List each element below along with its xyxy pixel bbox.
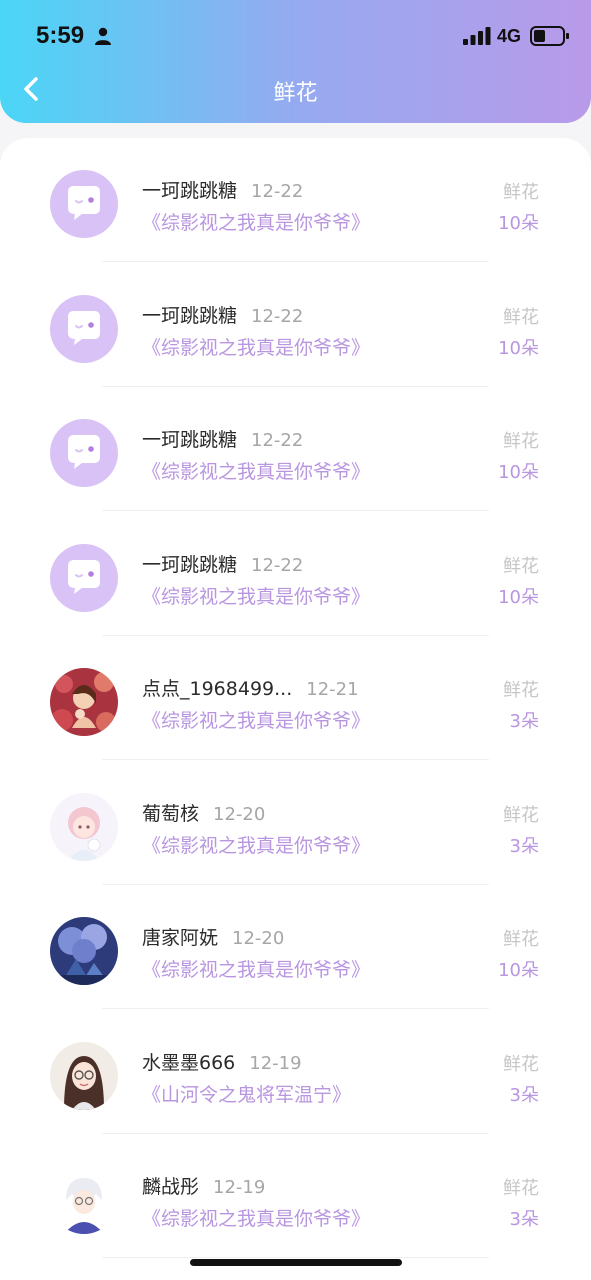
user-name-text: 水墨墨666 — [142, 1051, 236, 1074]
user-name: 点点_1968499... 12-21 — [142, 674, 359, 701]
book-title-link[interactable]: 《综影视之我真是你爷爷》 — [142, 955, 370, 982]
status-bar: 5:59 4G — [0, 0, 591, 70]
nav-bar: 鲜花 — [0, 70, 591, 110]
default-chat-avatar[interactable] — [50, 419, 118, 487]
book-title-link[interactable]: 《综影视之我真是你爷爷》 — [142, 1204, 370, 1231]
record-date: 12-22 — [251, 181, 304, 202]
user-name: 麟战彤 12-19 — [142, 1172, 265, 1199]
record-date: 12-19 — [249, 1052, 302, 1074]
user-name-text: 点点_1968499... — [142, 678, 293, 700]
gift-amount: 3朵 — [509, 835, 539, 857]
list-item[interactable]: 葡萄核 12-20 《综影视之我真是你爷爷》 鲜花 3朵 — [0, 761, 591, 885]
list-item[interactable]: 一珂跳跳糖 12-22 《综影视之我真是你爷爷》 鲜花 10朵 — [0, 512, 591, 636]
user-name-text: 一珂跳跳糖 — [142, 304, 238, 327]
default-chat-avatar[interactable] — [50, 170, 118, 238]
status-time: 5:59 — [36, 22, 85, 49]
user-name: 水墨墨666 12-19 — [142, 1048, 302, 1075]
gift-amount: 3朵 — [509, 1084, 539, 1106]
pink-girl-avatar[interactable] — [50, 792, 118, 861]
network-label: 4G — [497, 26, 522, 46]
gift-type-label: 鲜花 — [503, 1053, 539, 1075]
row-divider — [102, 1257, 489, 1258]
record-date: 12-21 — [306, 679, 359, 700]
book-title-link[interactable]: 《综影视之我真是你爷爷》 — [142, 208, 370, 235]
book-title-link[interactable]: 《综影视之我真是你爷爷》 — [142, 706, 370, 733]
record-date: 12-22 — [251, 430, 304, 451]
signal-icon — [463, 27, 491, 45]
user-name: 唐家阿妩 12-20 — [142, 923, 284, 950]
gift-type-label: 鲜花 — [503, 182, 539, 203]
glasses-girl-avatar[interactable] — [50, 1041, 118, 1110]
white-hair-avatar[interactable] — [50, 1166, 118, 1234]
gift-type-label: 鲜花 — [503, 1178, 539, 1199]
user-name: 一珂跳跳糖 12-22 — [142, 550, 303, 577]
gift-type-label: 鲜花 — [503, 555, 539, 577]
gift-type-label: 鲜花 — [503, 306, 539, 328]
record-date: 12-22 — [251, 554, 304, 576]
user-name-text: 葡萄核 — [142, 802, 200, 825]
gift-amount: 10朵 — [498, 337, 539, 359]
gift-amount: 10朵 — [498, 213, 539, 234]
user-name-text: 一珂跳跳糖 — [142, 553, 238, 576]
book-title-link[interactable]: 《综影视之我真是你爷爷》 — [142, 457, 370, 484]
default-chat-avatar[interactable] — [50, 543, 118, 612]
gift-amount: 10朵 — [498, 586, 539, 608]
book-title-link[interactable]: 《综影视之我真是你爷爷》 — [142, 582, 370, 609]
record-date: 12-20 — [232, 928, 285, 949]
list-item[interactable]: 一珂跳跳糖 12-22 《综影视之我真是你爷爷》 鲜花 10朵 — [0, 263, 591, 387]
record-date: 12-19 — [213, 1177, 266, 1198]
gift-amount: 10朵 — [498, 462, 539, 483]
list-item[interactable]: 水墨墨666 12-19 《山河令之鬼将军温宁》 鲜花 3朵 — [0, 1010, 591, 1134]
header: 5:59 4G 鲜花 — [0, 0, 591, 123]
gift-record-list: 一珂跳跳糖 12-22 《综影视之我真是你爷爷》 鲜花 10朵 一珂跳跳糖 12-22 《综… — [0, 138, 591, 1280]
gift-type-label: 鲜花 — [503, 804, 539, 826]
user-name: 葡萄核 12-20 — [142, 799, 265, 826]
user-name: 一珂跳跳糖 12-22 — [142, 176, 303, 203]
default-chat-avatar[interactable] — [50, 294, 118, 363]
user-name-text: 一珂跳跳糖 — [142, 429, 238, 451]
user-name-text: 唐家阿妩 — [142, 927, 219, 949]
user-name-text: 一珂跳跳糖 — [142, 180, 238, 202]
book-title-link[interactable]: 《综影视之我真是你爷爷》 — [142, 831, 370, 858]
gift-type-label: 鲜花 — [503, 929, 539, 950]
list-item[interactable]: 麟战彤 12-19 《综影视之我真是你爷爷》 鲜花 3朵 — [0, 1134, 591, 1258]
gift-type-label: 鲜花 — [503, 680, 539, 701]
page-title: 鲜花 — [273, 81, 318, 106]
user-name: 一珂跳跳糖 12-22 — [142, 301, 303, 328]
gift-amount: 3朵 — [509, 1209, 539, 1230]
list-item[interactable]: 点点_1968499... 12-21 《综影视之我真是你爷爷》 鲜花 3朵 — [0, 636, 591, 760]
gift-type-label: 鲜花 — [503, 431, 539, 452]
book-title-link[interactable]: 《山河令之鬼将军温宁》 — [142, 1080, 351, 1107]
home-indicator — [190, 1259, 402, 1266]
gift-amount: 3朵 — [509, 711, 539, 732]
list-item[interactable]: 一珂跳跳糖 12-22 《综影视之我真是你爷爷》 鲜花 10朵 — [0, 138, 591, 262]
battery-icon — [530, 26, 569, 46]
record-date: 12-20 — [213, 803, 266, 825]
user-name: 一珂跳跳糖 12-22 — [142, 425, 303, 452]
flower-girl-avatar[interactable] — [50, 668, 118, 736]
book-title-link[interactable]: 《综影视之我真是你爷爷》 — [142, 333, 370, 360]
person-icon — [95, 27, 111, 45]
user-name-text: 麟战彤 — [142, 1176, 200, 1198]
list-item[interactable]: 唐家阿妩 12-20 《综影视之我真是你爷爷》 鲜花 10朵 — [0, 885, 591, 1009]
list-item[interactable]: 一珂跳跳糖 12-22 《综影视之我真是你爷爷》 鲜花 10朵 — [0, 387, 591, 511]
blue-tree-avatar[interactable] — [50, 917, 118, 985]
gift-amount: 10朵 — [498, 960, 539, 981]
record-date: 12-22 — [251, 305, 304, 327]
